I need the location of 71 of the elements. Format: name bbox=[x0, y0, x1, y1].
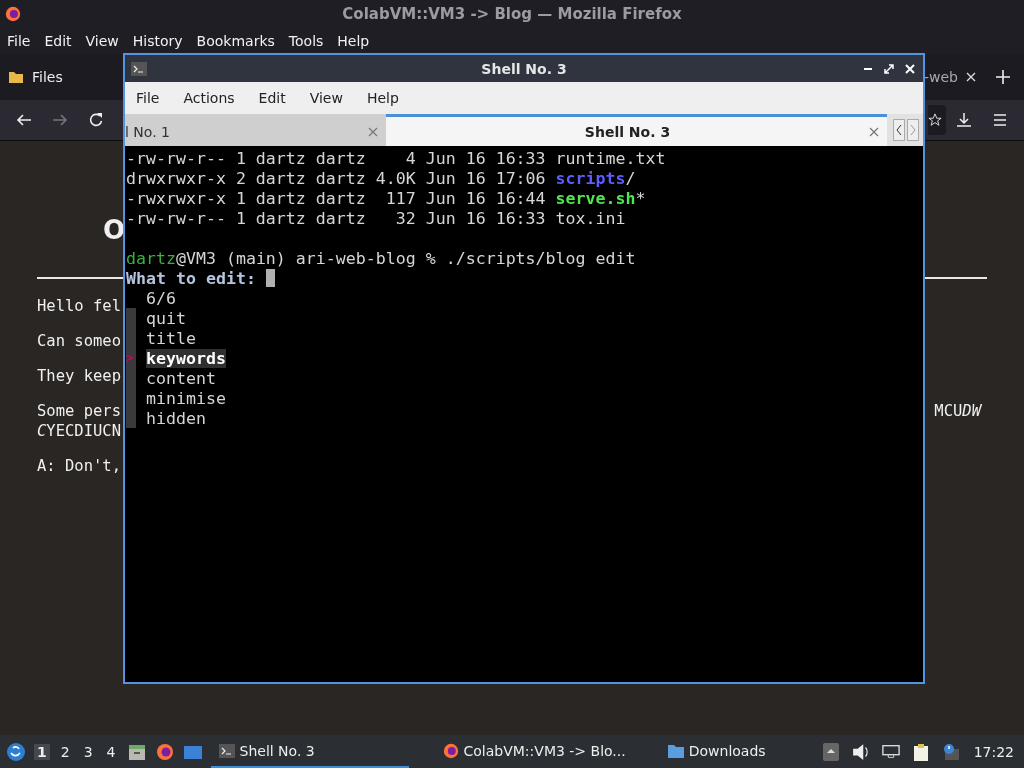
result-counter: 6/6 bbox=[146, 288, 176, 308]
firefox-icon bbox=[442, 742, 459, 759]
browser-tab[interactable]: Files bbox=[8, 59, 63, 95]
picker-gutter: > bbox=[126, 348, 136, 368]
scroll-left-icon[interactable] bbox=[893, 119, 905, 141]
workspace-button[interactable]: 2 bbox=[57, 743, 73, 760]
address-bar[interactable] bbox=[928, 105, 946, 135]
star-icon[interactable] bbox=[928, 113, 942, 127]
menu-item[interactable]: View bbox=[309, 90, 343, 106]
terminal-line: -rw-rw-r-- 1 dartz dartz 32 Jun 16 16:33 tox.ini bbox=[126, 208, 626, 228]
firefox-icon[interactable] bbox=[154, 741, 175, 762]
maximize-icon[interactable] bbox=[884, 63, 894, 74]
paragraph-text: A: Don't, bbox=[37, 456, 121, 476]
menu-item[interactable]: Edit bbox=[44, 33, 72, 49]
menu-item[interactable]: File bbox=[7, 33, 31, 49]
terminal-line: drwxrwxr-x 2 dartz dartz 4.0K Jun 16 17:06 scripts/ bbox=[126, 168, 636, 188]
folder-icon bbox=[667, 742, 684, 759]
picker-item[interactable]: content bbox=[146, 368, 216, 388]
terminal-icon bbox=[218, 742, 235, 759]
network-icon[interactable] bbox=[881, 742, 900, 761]
menu-item[interactable]: Tools bbox=[288, 33, 324, 49]
picker-item[interactable]: quit bbox=[146, 308, 186, 328]
notification-icon[interactable] bbox=[941, 742, 960, 761]
paragraph-text: CYECDIUCN bbox=[37, 421, 121, 441]
paragraph-text: MCUDW bbox=[934, 401, 981, 421]
menu-icon[interactable] bbox=[992, 112, 1008, 128]
menu-item[interactable]: History bbox=[132, 33, 183, 49]
terminal-tab[interactable]: Shell No. 3 bbox=[386, 114, 887, 146]
menu-item[interactable]: Edit bbox=[258, 90, 286, 106]
paragraph-text: Hello fel bbox=[37, 296, 121, 316]
taskbar-button[interactable]: Downloads bbox=[659, 735, 774, 768]
terminal-line: dartz@VM3 (main) ari-web-blog % ./scripts/blog edit bbox=[126, 248, 636, 268]
menu-item[interactable]: View bbox=[85, 33, 119, 49]
workspace-button[interactable]: 1 bbox=[34, 743, 50, 760]
browser-tab[interactable]: -web bbox=[924, 59, 976, 95]
paragraph-text: They keep bbox=[37, 366, 121, 386]
window-title: ColabVM::VM3 -> Blog — Mozilla Firefox bbox=[342, 5, 682, 23]
firefox-icon bbox=[4, 5, 22, 23]
new-tab-icon[interactable] bbox=[996, 70, 1010, 84]
picker-item[interactable]: keywords bbox=[146, 348, 226, 368]
reload-icon[interactable] bbox=[88, 112, 104, 128]
menu-item[interactable]: Bookmarks bbox=[196, 33, 275, 49]
terminal-line: What to edit: bbox=[126, 268, 257, 288]
clipboard-icon[interactable] bbox=[911, 742, 930, 761]
menu-item[interactable]: File bbox=[136, 90, 160, 106]
menu-item[interactable]: Help bbox=[337, 33, 370, 49]
terminal-line: -rw-rw-r-- 1 dartz dartz 4 Jun 16 16:33 runtime.txt bbox=[126, 148, 666, 168]
start-menu-icon[interactable] bbox=[6, 741, 26, 762]
taskbar-button[interactable]: Shell No. 3 bbox=[210, 735, 409, 768]
back-icon[interactable] bbox=[16, 112, 32, 128]
taskbar-button[interactable]: ColabVM::VM3 -> Blo... bbox=[434, 735, 634, 768]
volume-icon[interactable] bbox=[851, 742, 870, 761]
picker-gutter bbox=[126, 408, 136, 428]
picker-item[interactable]: minimise bbox=[146, 388, 226, 408]
menu-item[interactable]: Actions bbox=[183, 90, 235, 106]
picker-item[interactable]: title bbox=[146, 328, 196, 348]
menu-item[interactable]: Help bbox=[366, 90, 399, 106]
window-title: Shell No. 3 bbox=[481, 60, 567, 77]
terminal-line: -rwxrwxr-x 1 dartz dartz 117 Jun 16 16:44 serve.sh* bbox=[126, 188, 646, 208]
picker-item[interactable]: hidden bbox=[146, 408, 206, 428]
paragraph-text: Some pers bbox=[37, 401, 121, 421]
picker-gutter bbox=[126, 308, 136, 328]
page-heading: O bbox=[103, 214, 126, 247]
workspace-button[interactable]: 3 bbox=[80, 743, 96, 760]
workspace-button[interactable]: 4 bbox=[103, 743, 119, 760]
paragraph-text: Can someo bbox=[37, 331, 121, 351]
download-icon[interactable] bbox=[956, 112, 972, 128]
terminal-icon bbox=[131, 61, 147, 76]
clock: 17:22 bbox=[973, 743, 1014, 760]
terminal-tab[interactable]: l No. 1 bbox=[125, 114, 386, 146]
folder-icon bbox=[8, 69, 24, 85]
